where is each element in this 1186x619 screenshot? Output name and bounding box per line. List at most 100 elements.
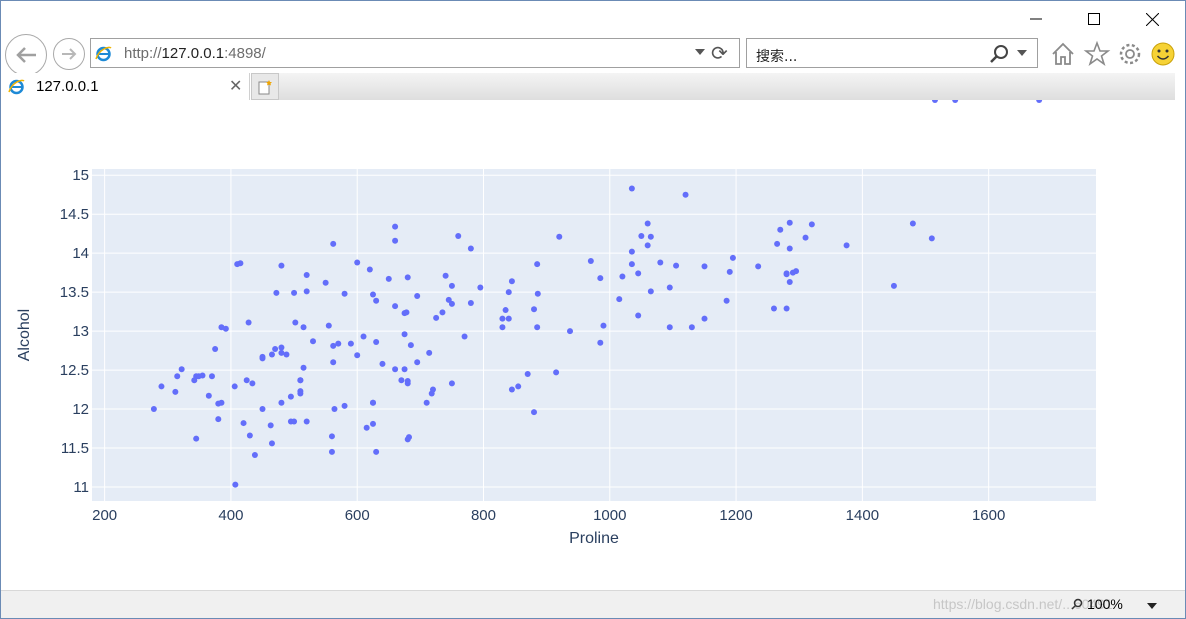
data-point[interactable]: [392, 223, 399, 230]
data-point[interactable]: [701, 263, 708, 270]
data-point[interactable]: [208, 373, 215, 380]
data-point[interactable]: [793, 268, 800, 275]
minimize-button[interactable]: [1007, 1, 1065, 37]
data-point[interactable]: [360, 333, 367, 340]
data-point[interactable]: [638, 233, 645, 240]
data-point[interactable]: [237, 260, 244, 267]
data-point[interactable]: [297, 390, 304, 397]
data-point[interactable]: [587, 257, 594, 264]
data-point[interactable]: [461, 333, 468, 340]
data-point[interactable]: [515, 383, 522, 390]
data-point[interactable]: [628, 248, 635, 255]
data-point[interactable]: [404, 274, 411, 281]
data-point[interactable]: [278, 344, 285, 351]
data-point[interactable]: [366, 266, 373, 273]
data-point[interactable]: [328, 433, 335, 440]
search-dropdown-icon[interactable]: [1017, 50, 1027, 56]
data-point[interactable]: [150, 406, 157, 413]
data-point[interactable]: [429, 386, 436, 393]
data-point[interactable]: [259, 406, 266, 413]
data-point[interactable]: [426, 349, 433, 356]
data-point[interactable]: [931, 100, 938, 103]
data-point[interactable]: [267, 422, 274, 429]
search-box[interactable]: 搜索...: [746, 38, 1038, 68]
data-point[interactable]: [291, 289, 298, 296]
data-point[interactable]: [786, 245, 793, 252]
data-point[interactable]: [647, 288, 654, 295]
data-point[interactable]: [644, 242, 651, 249]
data-point[interactable]: [442, 272, 449, 279]
data-point[interactable]: [534, 261, 541, 268]
data-point[interactable]: [467, 245, 474, 252]
data-point[interactable]: [534, 290, 541, 297]
data-point[interactable]: [657, 259, 664, 266]
data-point[interactable]: [534, 324, 541, 331]
data-point[interactable]: [392, 366, 399, 373]
data-point[interactable]: [783, 271, 790, 278]
data-point[interactable]: [199, 372, 206, 379]
data-point[interactable]: [232, 481, 239, 488]
data-point[interactable]: [273, 289, 280, 296]
data-point[interactable]: [616, 296, 623, 303]
data-point[interactable]: [628, 185, 635, 192]
data-point[interactable]: [328, 448, 335, 455]
data-point[interactable]: [701, 315, 708, 322]
data-point[interactable]: [354, 352, 361, 359]
data-point[interactable]: [786, 219, 793, 226]
data-point[interactable]: [755, 263, 762, 270]
address-bar[interactable]: http://127.0.0.1:4898/ ⟳: [90, 38, 740, 68]
data-point[interactable]: [322, 279, 329, 286]
data-point[interactable]: [401, 331, 408, 338]
data-point[interactable]: [300, 324, 307, 331]
data-point[interactable]: [952, 100, 959, 103]
data-point[interactable]: [597, 339, 604, 346]
data-point[interactable]: [802, 234, 809, 241]
search-icon[interactable]: [987, 42, 1011, 66]
data-point[interactable]: [433, 314, 440, 321]
data-point[interactable]: [843, 242, 850, 249]
data-point[interactable]: [726, 268, 733, 275]
data-point[interactable]: [556, 233, 563, 240]
data-point[interactable]: [777, 226, 784, 233]
data-point[interactable]: [770, 305, 777, 312]
data-point[interactable]: [379, 360, 386, 367]
data-point[interactable]: [635, 270, 642, 277]
data-point[interactable]: [215, 416, 222, 423]
data-point[interactable]: [600, 322, 607, 329]
data-point[interactable]: [287, 393, 294, 400]
data-point[interactable]: [401, 366, 408, 373]
data-point[interactable]: [243, 377, 250, 384]
data-point[interactable]: [251, 452, 258, 459]
data-point[interactable]: [909, 220, 916, 227]
data-point[interactable]: [278, 349, 285, 356]
maximize-button[interactable]: [1065, 1, 1123, 37]
data-point[interactable]: [373, 297, 380, 304]
data-point[interactable]: [292, 319, 299, 326]
data-point[interactable]: [414, 293, 421, 300]
data-point[interactable]: [928, 235, 935, 242]
data-point[interactable]: [890, 282, 897, 289]
data-point[interactable]: [218, 399, 225, 406]
data-point[interactable]: [325, 322, 332, 329]
data-point[interactable]: [240, 420, 247, 427]
gear-icon[interactable]: [1116, 40, 1144, 68]
address-dropdown-icon[interactable]: [695, 49, 705, 55]
data-point[interactable]: [310, 338, 317, 345]
data-point[interactable]: [373, 339, 380, 346]
zoom-control[interactable]: 100%: [1071, 596, 1123, 612]
data-point[interactable]: [385, 275, 392, 282]
zoom-dropdown-icon[interactable]: [1147, 603, 1157, 609]
data-point[interactable]: [531, 409, 538, 416]
forward-button[interactable]: [53, 38, 85, 70]
data-point[interactable]: [531, 306, 538, 313]
data-point[interactable]: [330, 240, 337, 247]
data-point[interactable]: [205, 392, 212, 399]
data-point[interactable]: [249, 380, 256, 387]
data-point[interactable]: [404, 377, 411, 384]
data-point[interactable]: [331, 406, 338, 413]
close-window-button[interactable]: [1123, 1, 1181, 37]
data-point[interactable]: [178, 366, 185, 373]
data-point[interactable]: [407, 342, 414, 349]
data-point[interactable]: [597, 275, 604, 282]
data-point[interactable]: [499, 324, 506, 331]
